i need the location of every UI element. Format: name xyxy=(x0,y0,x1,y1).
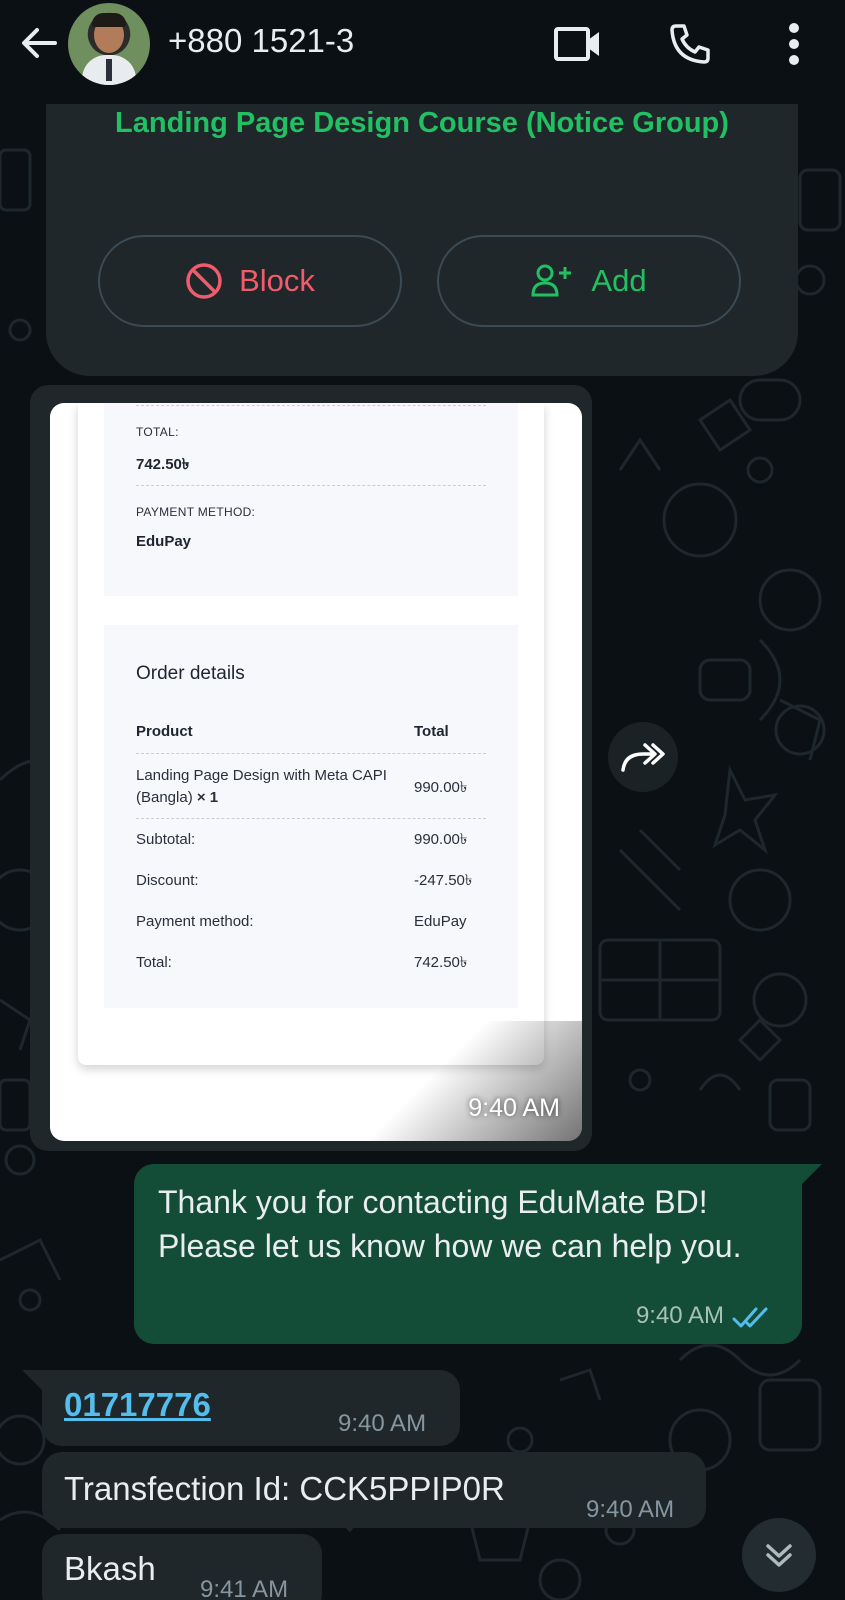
total-row-value: 742.50৳ xyxy=(414,954,468,971)
subtotal-value: 990.00৳ xyxy=(414,831,468,848)
column-total: Total xyxy=(414,723,449,740)
group-title: Landing Page Design Course (Notice Group… xyxy=(115,107,729,139)
chevron-double-down-icon xyxy=(766,1544,792,1567)
order-details: Order details Product Total Landing Page… xyxy=(104,625,518,1008)
video-call-icon xyxy=(554,27,599,61)
add-label: Add xyxy=(591,263,647,298)
discount-label: Discount: xyxy=(136,872,199,889)
incoming-message[interactable]: 01717776 9:40 AM xyxy=(22,1370,460,1446)
phone-number-link[interactable]: 01717776 xyxy=(64,1386,211,1424)
timestamp-shade xyxy=(342,1021,582,1141)
incoming-message[interactable]: Bkash 9:41 AM xyxy=(42,1534,322,1600)
message-time: 9:41 AM xyxy=(200,1576,289,1600)
message-time: 9:40 AM xyxy=(635,1302,724,1329)
payment-method-value: EduPay xyxy=(136,533,192,550)
voice-call-button[interactable] xyxy=(664,18,716,70)
contact-name[interactable]: +880 1521-3 xyxy=(168,22,354,60)
total-row-label: Total: xyxy=(136,954,172,971)
product-name: Landing Page Design with Meta CAPI (Bang… xyxy=(136,767,387,806)
add-person-icon xyxy=(531,264,572,297)
back-button[interactable] xyxy=(16,20,62,66)
product-price: 990.00৳ xyxy=(414,779,468,796)
forward-icon xyxy=(621,743,665,772)
block-icon xyxy=(186,263,222,299)
unknown-contact-card: Landing Page Design Course (Notice Group… xyxy=(46,60,798,376)
contact-avatar[interactable] xyxy=(68,3,150,85)
forward-button[interactable] xyxy=(608,722,678,792)
arrow-left-icon xyxy=(22,28,57,58)
outgoing-message[interactable]: Thank you for contacting EduMate BD! Ple… xyxy=(134,1164,822,1344)
receipt-image[interactable]: TOTAL: 742.50৳ PAYMENT METHOD: EduPay Or… xyxy=(50,403,582,1141)
block-button[interactable]: Block xyxy=(98,235,402,327)
column-product: Product xyxy=(136,723,193,740)
payment-method-label: PAYMENT METHOD: xyxy=(136,505,256,519)
message-text: Thank you for contacting EduMate BD! Ple… xyxy=(158,1184,742,1264)
message-time: 9:40 AM xyxy=(586,1496,675,1523)
receipt-card: TOTAL: 742.50৳ PAYMENT METHOD: EduPay Or… xyxy=(78,403,544,1065)
menu-button[interactable] xyxy=(768,18,820,70)
total-label: TOTAL: xyxy=(136,425,179,439)
image-message[interactable]: TOTAL: 742.50৳ PAYMENT METHOD: EduPay Or… xyxy=(30,385,592,1151)
scroll-to-bottom-button[interactable] xyxy=(742,1518,816,1592)
payment-method-row-value: EduPay xyxy=(414,913,467,930)
chat-header: +880 1521-3 xyxy=(0,0,845,104)
message-text: Transfection Id: CCK5PPIP0R xyxy=(64,1470,505,1507)
message-time: 9:40 AM xyxy=(338,1410,427,1437)
order-details-title: Order details xyxy=(136,663,245,684)
add-contact-button[interactable]: Add xyxy=(437,235,741,327)
receipt-summary: TOTAL: 742.50৳ PAYMENT METHOD: EduPay xyxy=(104,403,518,596)
read-receipt-icon xyxy=(732,1307,768,1328)
more-vertical-icon xyxy=(789,23,799,65)
subtotal-label: Subtotal: xyxy=(136,831,196,848)
message-time: 9:40 AM xyxy=(468,1094,560,1122)
phone-icon xyxy=(670,24,710,64)
incoming-message[interactable]: Transfection Id: CCK5PPIP0R 9:40 AM xyxy=(42,1452,706,1528)
block-label: Block xyxy=(239,263,315,298)
message-text: Bkash xyxy=(64,1550,156,1587)
video-call-button[interactable] xyxy=(552,18,604,70)
total-value: 742.50৳ xyxy=(136,456,190,473)
payment-method-row-label: Payment method: xyxy=(136,913,254,930)
discount-value: -247.50৳ xyxy=(414,872,473,889)
